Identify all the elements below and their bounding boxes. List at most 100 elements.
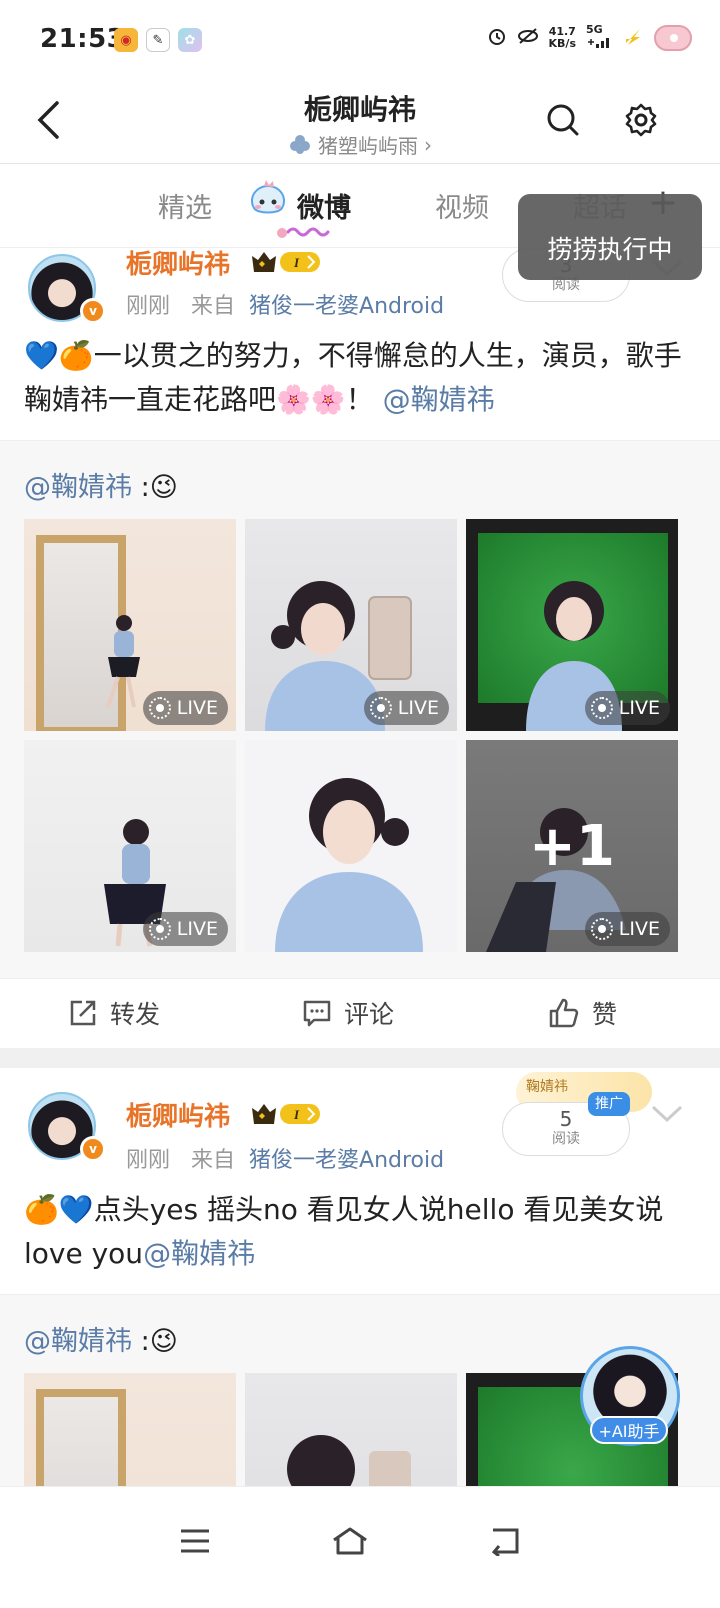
live-label: LIVE [618,918,660,940]
comment-label: 评论 [344,1000,395,1029]
quoted-mention[interactable]: @鞠婧祎 [24,1326,132,1357]
photo-thumbnail[interactable]: LIVE [24,519,236,731]
menu-button[interactable] [165,1511,225,1571]
avatar[interactable]: v [22,248,106,328]
speed-value: 41.7 [548,24,576,38]
promo-badge-text: 鞠婧祎 [526,1079,568,1095]
comment-button[interactable]: 评论 [302,995,394,1031]
eye-off-icon [517,27,539,48]
quoted-emoji: :😉 [140,1326,178,1357]
figure [106,615,140,708]
live-badge: LIVE [584,912,670,946]
quoted-mention[interactable]: @鞠婧祎 [24,472,132,503]
subtitle-text: 猪塑屿屿雨 [318,134,418,158]
status-bar: 21:53 ◉ ✎ ✿ 41.7 KB/s 5G [0,0,720,84]
repost-icon [70,1000,96,1026]
title-block: 栀卿屿祎 猪塑屿屿雨 › [0,88,720,161]
clover-icon [290,134,310,154]
post-card: v 栀卿屿祎 I 刚刚 来自 猪俊一老婆Android 3 阅读 💙🍊一以贯之的… [0,248,720,1048]
live-badge: LIVE [142,691,228,725]
post-body: 🍊💙点头yes 摇头no 看见女人说hello 看见美女说love you [24,1193,664,1270]
photo-thumbnail[interactable]: LIVE [245,519,457,731]
subtitle-link[interactable]: 猪塑屿屿雨 › [288,130,432,159]
back-nav-button[interactable] [476,1511,536,1571]
repost-button[interactable]: 转发 [68,995,160,1031]
photo-thumbnail[interactable]: LIVE [24,740,236,952]
svg-text:I: I [293,1107,300,1122]
photo-thumbnail[interactable] [245,740,457,952]
vip-badge-icon: I [252,252,320,272]
post-source[interactable]: 猪俊一老婆Android [249,1148,444,1173]
feed-divider [0,1048,720,1068]
like-button[interactable]: 赞 [548,995,617,1031]
tab-weibo[interactable]: 微博 [297,186,351,225]
active-tab-indicator [277,227,330,238]
live-label: LIVE [618,697,660,719]
source-prefix: 来自 [191,294,236,319]
username[interactable]: 栀卿屿祎 [126,1096,230,1133]
gear-icon [625,103,657,137]
avatar[interactable]: v [22,1086,106,1166]
image-grid: LIVE LIVE LIVE LIVE +1 LIVE [24,519,678,952]
photo-thumbnail[interactable]: +1 LIVE [466,740,678,952]
live-badge: LIVE [142,912,228,946]
mention-link[interactable]: @鞠婧祎 [143,1237,255,1270]
home-button[interactable] [320,1511,380,1571]
live-icon [590,918,613,940]
vip-badge-icon: I [252,1104,320,1124]
notes-app-icon: ✎ [146,28,170,52]
profile-header: 栀卿屿祎 猪塑屿屿雨 › [0,84,720,164]
system-nav-bar [0,1486,720,1608]
mascot-icon [250,180,286,214]
chevron-down-icon[interactable] [650,1104,684,1124]
weibo-app-icon: ◉ [114,28,138,52]
post-time: 刚刚 [126,294,171,319]
quoted-emoji: :😉 [140,472,178,503]
search-icon [547,104,579,136]
back-nav-icon [491,1528,519,1556]
gallery-app-icon: ✿ [178,28,202,52]
verified-badge-icon: v [80,298,106,324]
quoted-author: @鞠婧祎 :😉 [24,1319,178,1358]
post-source[interactable]: 猪俊一老婆Android [249,294,444,319]
page-title: 栀卿屿祎 [303,93,416,126]
task-toast: 捞捞执行中 [518,194,702,280]
charging-icon [622,25,644,50]
live-label: LIVE [176,918,218,940]
repost-label: 转发 [110,1000,161,1029]
tab-video[interactable]: 视频 [435,186,489,225]
thumbs-up-icon [549,998,579,1028]
system-icons: 41.7 KB/s 5G [487,24,692,51]
network-type: 5G [586,24,612,51]
alarm-icon [487,26,507,49]
live-badge: LIVE [363,691,449,725]
post-text: 💙🍊一以贯之的努力，不得懈怠的人生，演员，歌手鞠婧祎一直走花路吧🌸🌸！ @鞠婧祎 [24,334,692,422]
quoted-post[interactable]: @鞠婧祎 :😉 LIVE LIVE LIVE LIVE +1 LIVE [0,440,720,978]
search-button[interactable] [541,98,585,142]
quoted-author: @鞠婧祎 :😉 [24,465,178,504]
read-label: 阅读 [552,1131,580,1147]
menu-icon [181,1529,209,1553]
live-label: LIVE [397,697,439,719]
post-meta: 刚刚 来自 猪俊一老婆Android [126,288,444,320]
mention-link[interactable]: @鞠婧祎 [383,383,495,416]
username[interactable]: 栀卿屿祎 [126,244,230,281]
post-time: 刚刚 [126,1148,171,1173]
live-icon [148,918,171,940]
portrait-figure [275,778,423,952]
post-text: 🍊💙点头yes 摇头no 看见女人说hello 看见美女说love you@鞠婧… [24,1188,692,1276]
ai-assistant-label[interactable]: +AI助手 [590,1416,668,1444]
clock: 21:53 [40,24,126,54]
svg-text:I: I [293,255,300,270]
settings-button[interactable] [619,98,663,142]
post-actions: 转发 评论 赞 [0,978,720,1048]
donut-battery-icon [654,24,692,51]
live-label: LIVE [176,697,218,719]
network-speed: 41.7 KB/s [548,24,576,50]
live-icon [369,697,392,719]
post-meta: 刚刚 来自 猪俊一老婆Android [126,1142,444,1174]
like-label: 赞 [592,1000,618,1029]
photo-thumbnail[interactable]: LIVE [466,519,678,731]
comment-icon [303,1000,331,1027]
tab-featured[interactable]: 精选 [158,186,212,225]
